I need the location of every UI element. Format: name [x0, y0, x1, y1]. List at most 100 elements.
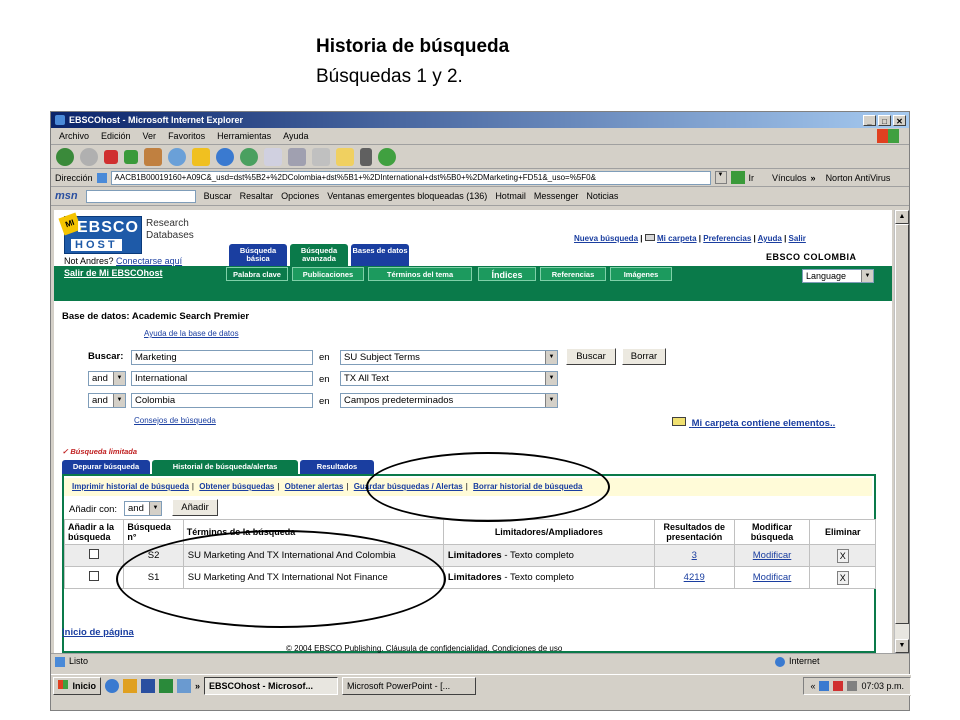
tray-volume-icon[interactable] [847, 680, 858, 691]
save-searches-link[interactable]: Guardar búsquedas / Alertas [354, 482, 463, 491]
back-icon[interactable] [56, 147, 74, 166]
quicklaunch-excel-icon[interactable] [159, 678, 174, 693]
vertical-scrollbar[interactable]: ▲ ▼ [894, 210, 909, 653]
subtab-subject-terms[interactable]: Términos del tema [368, 267, 472, 281]
menu-herramientas[interactable]: Herramientas [217, 131, 271, 141]
go-button[interactable]: Ir [749, 173, 755, 183]
field-select-1[interactable]: SU Subject Terms ▼ [340, 350, 558, 365]
subtab-publications[interactable]: Publicaciones [292, 267, 364, 281]
ebsco-logo[interactable]: MI EBSCO HOST [58, 212, 142, 254]
tray-antivirus-icon[interactable] [833, 680, 844, 691]
msn-news-button[interactable]: Noticias [586, 191, 618, 201]
delete-button[interactable]: X [836, 548, 849, 563]
msn-popups-button[interactable]: Ventanas emergentes bloqueadas (136) [327, 191, 487, 201]
modify-link[interactable]: Modificar [753, 550, 792, 561]
language-select[interactable]: Language ▼ [802, 269, 874, 283]
task-powerpoint[interactable]: Microsoft PowerPoint - [... [342, 676, 477, 695]
exit-my-ebscohost-link[interactable]: Salir de Mi EBSCOhost [64, 268, 163, 278]
my-folder-link[interactable]: Mi carpeta [657, 234, 697, 243]
tab-refine-search[interactable]: Depurar búsqueda [62, 460, 150, 474]
operator-select-2[interactable]: and ▼ [88, 371, 126, 386]
add-button[interactable]: Añadir [172, 499, 218, 516]
print-icon[interactable] [288, 147, 306, 166]
maximize-button[interactable]: □ [878, 114, 891, 126]
tray-network-icon[interactable] [819, 680, 830, 691]
operator-select-3[interactable]: and ▼ [88, 393, 126, 408]
menu-archivo[interactable]: Archivo [59, 131, 89, 141]
clear-button[interactable]: Borrar [622, 348, 666, 365]
tab-results[interactable]: Resultados [300, 460, 374, 474]
tab-databases[interactable]: Bases de datos [351, 244, 409, 266]
field-select-2[interactable]: TX All Text ▼ [340, 371, 558, 386]
task-ebscohost[interactable]: EBSCOhost - Microsof... [204, 676, 339, 695]
clear-history-link[interactable]: Borrar historial de búsqueda [473, 482, 582, 491]
menu-ver[interactable]: Ver [143, 131, 157, 141]
quicklaunch-chevron-icon[interactable]: » [195, 681, 200, 691]
msn-search-button[interactable]: Buscar [204, 191, 232, 201]
search-icon[interactable] [168, 147, 186, 166]
add-checkbox[interactable] [89, 571, 100, 581]
start-button[interactable]: Inicio [53, 676, 102, 695]
msn-hotmail-button[interactable]: Hotmail [495, 191, 526, 201]
subtab-keyword[interactable]: Palabra clave [226, 267, 288, 281]
subtab-references[interactable]: Referencias [540, 267, 606, 281]
new-search-link[interactable]: Nueva búsqueda [574, 234, 638, 243]
menu-favoritos[interactable]: Favoritos [168, 131, 205, 141]
exit-link[interactable]: Salir [789, 234, 806, 243]
db-help-link[interactable]: Ayuda de la base de datos [144, 329, 239, 338]
search-term-2[interactable]: International [131, 371, 313, 386]
history-icon[interactable] [240, 147, 258, 166]
msn-options-button[interactable]: Opciones [281, 191, 319, 201]
results-link[interactable]: 3 [692, 550, 697, 561]
menu-ayuda[interactable]: Ayuda [283, 131, 308, 141]
scroll-down-icon[interactable]: ▼ [895, 639, 909, 653]
minimize-button[interactable]: _ [863, 114, 876, 126]
msn-highlight-button[interactable]: Resaltar [240, 191, 274, 201]
menu-edicion[interactable]: Edición [101, 131, 131, 141]
preferences-link[interactable]: Preferencias [703, 234, 751, 243]
search-tips-link[interactable]: Consejos de búsqueda [134, 416, 216, 425]
home-icon[interactable] [144, 147, 162, 166]
chevron-right-icon[interactable]: » [811, 173, 816, 183]
address-dropdown-icon[interactable]: ▼ [714, 171, 727, 184]
forward-icon[interactable] [80, 147, 98, 166]
subtab-indexes[interactable]: Índices [478, 267, 536, 281]
refresh-icon[interactable] [124, 149, 138, 164]
edit-icon[interactable] [312, 147, 330, 166]
search-term-1[interactable]: Marketing [131, 350, 313, 365]
norton-label[interactable]: Norton AntiVirus [826, 173, 891, 183]
tab-advanced-search[interactable]: Búsqueda avanzada [290, 244, 348, 266]
tab-basic-search[interactable]: Búsqueda básica [229, 244, 287, 266]
print-history-link[interactable]: Imprimir historial de búsqueda [72, 482, 189, 491]
address-input[interactable]: AACB1B00019160+A09C&_usd=dst%5B2+%2DColo… [110, 170, 711, 185]
close-button[interactable]: ✕ [893, 114, 906, 126]
go-icon[interactable] [730, 171, 745, 184]
tray-chevron-icon[interactable]: « [810, 678, 815, 694]
top-of-page-link[interactable]: Inicio de página [62, 627, 134, 638]
field-select-3[interactable]: Campos predeterminados ▼ [340, 393, 558, 408]
mail-icon[interactable] [264, 147, 282, 166]
add-checkbox[interactable] [89, 549, 100, 559]
msn-search-input[interactable] [85, 189, 196, 203]
media-icon[interactable] [216, 147, 234, 166]
stop-icon[interactable] [104, 149, 118, 164]
quicklaunch-desktop-icon[interactable] [177, 678, 192, 693]
delete-button[interactable]: X [836, 570, 849, 585]
discuss-icon[interactable] [336, 147, 354, 166]
quicklaunch-word-icon[interactable] [141, 678, 156, 693]
research-icon[interactable] [360, 147, 372, 166]
add-with-select[interactable]: and ▼ [124, 501, 162, 516]
favorites-icon[interactable] [192, 147, 210, 166]
quicklaunch-outlook-icon[interactable] [123, 678, 138, 693]
get-alerts-link[interactable]: Obtener alertas [285, 482, 344, 491]
tab-search-history[interactable]: Historial de búsqueda/alertas [152, 460, 298, 474]
connect-link[interactable]: Conectarse aquí [116, 256, 182, 266]
folder-message[interactable]: Mi carpeta contiene elementos.. [672, 417, 835, 429]
results-link[interactable]: 4219 [684, 572, 705, 583]
msn-logo[interactable]: msn [55, 190, 78, 202]
modify-link[interactable]: Modificar [753, 572, 792, 583]
subtab-images[interactable]: Imágenes [610, 267, 672, 281]
links-label[interactable]: Vínculos [772, 173, 807, 183]
get-searches-link[interactable]: Obtener búsquedas [199, 482, 274, 491]
messenger-icon[interactable] [378, 147, 396, 166]
